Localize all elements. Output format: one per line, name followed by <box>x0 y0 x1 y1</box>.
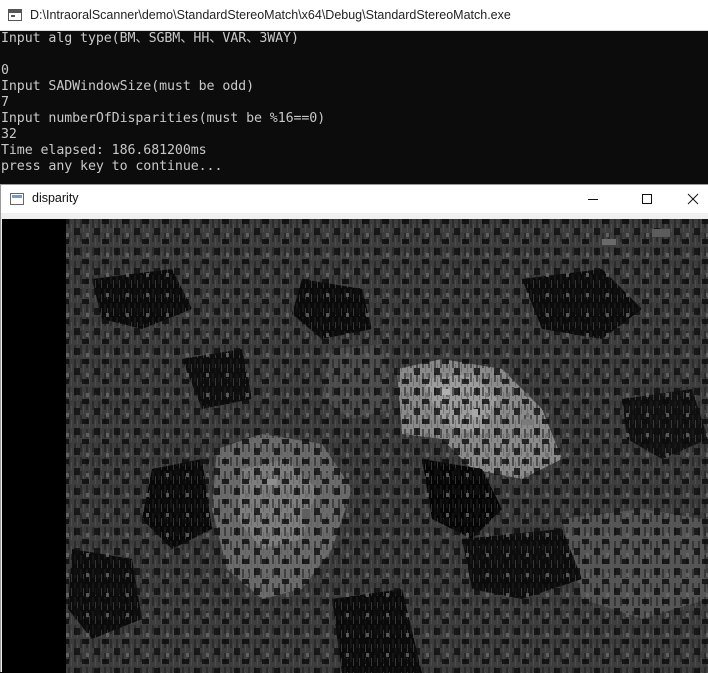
close-button[interactable] <box>670 185 708 213</box>
window-app-icon <box>10 193 24 205</box>
console-title: D:\IntraoralScanner\demo\StandardStereoM… <box>30 8 511 22</box>
close-icon <box>687 193 699 205</box>
disparity-window: disparity <box>0 184 708 673</box>
console-line: 32 <box>1 127 17 142</box>
console-line: Time elapsed: 186.681200ms <box>1 143 207 158</box>
console-titlebar[interactable]: D:\IntraoralScanner\demo\StandardStereoM… <box>0 0 708 31</box>
console-line: 7 <box>1 95 9 110</box>
disparity-title: disparity <box>32 191 79 205</box>
maximize-icon <box>642 194 652 204</box>
disparity-image-svg <box>66 219 708 673</box>
console-line: Input alg type(BM、SGBM、HH、VAR、3WAY) <box>1 31 299 46</box>
console-line: press any key to continue... <box>1 159 223 174</box>
console-line: Input SADWindowSize(must be odd) <box>1 79 254 94</box>
console-output: Input alg type(BM、SGBM、HH、VAR、3WAY) 0 In… <box>1 31 701 181</box>
minimize-icon <box>588 199 598 200</box>
console-app-icon <box>8 9 22 21</box>
maximize-button[interactable] <box>624 185 670 213</box>
console-line: 0 <box>1 63 9 78</box>
console-line: Input numberOfDisparities(must be %16==0… <box>1 111 326 126</box>
disparity-titlebar[interactable]: disparity <box>1 185 708 213</box>
minimize-button[interactable] <box>570 185 616 213</box>
disparity-map-image <box>2 219 708 673</box>
